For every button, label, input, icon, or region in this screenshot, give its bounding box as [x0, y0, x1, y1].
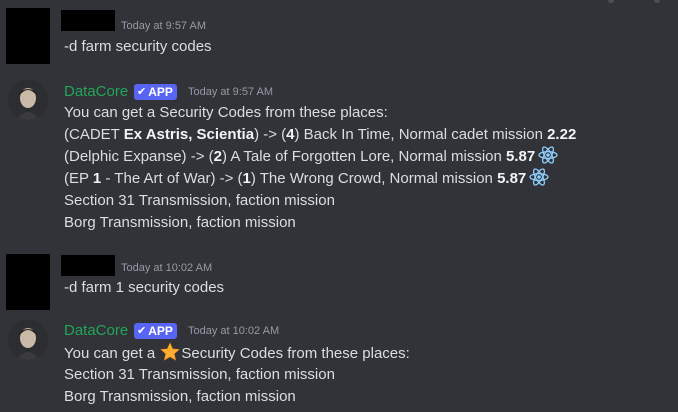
bot-avatar[interactable]	[8, 320, 48, 360]
timestamp: Today at 10:02 AM	[188, 325, 280, 337]
timestamp: Today at 9:57 AM	[121, 20, 206, 32]
android-portrait-icon	[8, 320, 48, 360]
star-icon	[160, 342, 181, 361]
message-intro: You can get a Security Codes from these …	[64, 342, 410, 365]
farm-location-4: Section 31 Transmission, faction mission	[64, 192, 335, 209]
app-tag: ✔ APP	[134, 84, 177, 100]
hover-toolbar-hint	[558, 0, 678, 6]
bot-name[interactable]: DataCore	[64, 83, 128, 100]
atom-icon	[538, 146, 558, 164]
avatar-redacted[interactable]	[6, 8, 50, 64]
atom-icon	[529, 168, 549, 186]
check-icon: ✔	[137, 325, 147, 337]
bot-avatar[interactable]	[8, 80, 48, 120]
farm-location-1: (CADET Ex Astris, Scientia) -> (4) Back …	[64, 126, 577, 143]
timestamp: Today at 10:02 AM	[121, 262, 213, 274]
farm-location-5: Borg Transmission, faction mission	[64, 214, 296, 231]
check-icon: ✔	[137, 86, 147, 98]
app-tag: ✔ APP	[134, 323, 177, 339]
message-content: -d farm security codes	[64, 38, 212, 55]
username-redacted[interactable]	[61, 255, 115, 276]
timestamp: Today at 9:57 AM	[188, 86, 273, 98]
farm-location-3: (EP 1 - The Art of War) -> (1) The Wrong…	[64, 168, 549, 190]
bot-name[interactable]: DataCore	[64, 322, 128, 339]
chat-message-list: Today at 9:57 AM -d farm security codes …	[0, 0, 678, 412]
username-redacted[interactable]	[61, 10, 115, 31]
avatar-redacted[interactable]	[6, 254, 50, 310]
farm-location-2: (Delphic Expanse) -> (2) A Tale of Forgo…	[64, 146, 558, 168]
farm-location-1: Section 31 Transmission, faction mission	[64, 366, 335, 383]
farm-location-2: Borg Transmission, faction mission	[64, 388, 296, 405]
android-portrait-icon	[8, 80, 48, 120]
message-intro: You can get a Security Codes from these …	[64, 104, 388, 121]
message-content: -d farm 1 security codes	[64, 279, 225, 296]
